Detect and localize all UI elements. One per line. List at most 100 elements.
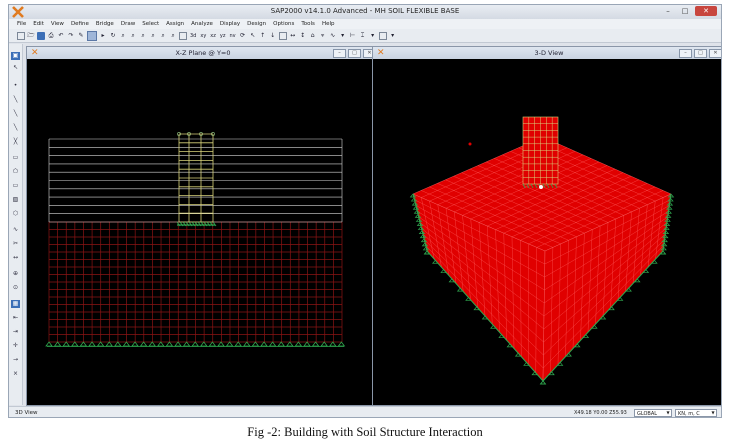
dropdown-arrow-icon[interactable]: ▾ xyxy=(389,32,397,40)
menu-options[interactable]: Options xyxy=(273,19,294,29)
panel-close-button[interactable]: ✕ xyxy=(709,49,721,58)
show-tables-icon[interactable] xyxy=(378,31,387,40)
shrink-objects-icon[interactable]: ↔ xyxy=(289,32,297,40)
panel-maximize-button[interactable]: □ xyxy=(348,49,361,58)
draw-section-cut-icon[interactable]: ✂ xyxy=(11,240,20,248)
menu-file[interactable]: File xyxy=(17,19,26,29)
panel-title: 3-D View xyxy=(534,49,564,57)
pin-support-icon xyxy=(217,341,225,347)
zoom-previous-icon[interactable]: ⌕ xyxy=(149,32,157,40)
draw-area-icon[interactable]: ▭ xyxy=(11,154,20,162)
panel-maximize-button[interactable]: □ xyxy=(694,49,707,58)
menu-design[interactable]: Design xyxy=(247,19,266,29)
pin-support-icon xyxy=(165,341,174,347)
print-icon[interactable]: ⎙ xyxy=(47,32,55,40)
draw-reference-point-icon[interactable]: ⊕ xyxy=(11,270,20,278)
menu-edit[interactable]: Edit xyxy=(33,19,44,29)
draw-bracing-icon[interactable]: ╳ xyxy=(11,138,20,146)
draw-frame-icon[interactable]: ╲ xyxy=(11,96,20,104)
clear-selection-icon[interactable]: ⇥ xyxy=(11,328,20,336)
menu-bridge[interactable]: Bridge xyxy=(96,19,114,29)
view-yz-button[interactable]: yz xyxy=(219,32,227,40)
show-deformed-icon[interactable]: ∿ xyxy=(329,32,337,40)
maximize-button[interactable]: □ xyxy=(678,6,692,16)
building-frame xyxy=(176,132,217,227)
snap-intersections-icon[interactable]: ⨯ xyxy=(11,370,20,378)
draw-link-icon[interactable]: ⬡ xyxy=(11,210,20,218)
run-analysis-icon[interactable]: ▸ xyxy=(99,32,107,40)
draw-special-joint-icon[interactable]: ⊙ xyxy=(11,284,20,292)
quick-draw-frame-icon[interactable]: ╲ xyxy=(11,110,20,118)
menu-tools[interactable]: Tools xyxy=(301,19,315,29)
save-icon[interactable] xyxy=(37,31,45,40)
units-select[interactable]: KN, m, C ▼ xyxy=(675,409,717,417)
minimize-button[interactable]: – xyxy=(661,6,675,16)
show-undeformed-icon[interactable]: ⌂ xyxy=(309,32,317,40)
pin-support-icon xyxy=(122,341,131,347)
reshape-icon[interactable]: ↖ xyxy=(11,64,20,72)
set-limits-icon[interactable]: ↕ xyxy=(299,32,307,40)
draw-solid-icon[interactable]: ▧ xyxy=(11,196,20,204)
refresh-view-icon[interactable]: ↻ xyxy=(109,32,117,40)
perspective-icon[interactable]: ↖ xyxy=(249,32,257,40)
new-model-icon[interactable] xyxy=(17,31,25,40)
view-xz-button[interactable]: xz xyxy=(209,32,217,40)
pin-support-icon xyxy=(294,341,303,347)
pan-icon[interactable]: ⌕ xyxy=(169,32,177,40)
view-xy-button[interactable]: xy xyxy=(199,32,207,40)
menu-display[interactable]: Display xyxy=(220,19,240,29)
zoom-window-icon[interactable]: ⌕ xyxy=(119,32,127,40)
zoom-in-icon[interactable]: ⌕ xyxy=(129,32,137,40)
show-forces-icon[interactable]: ⫧ xyxy=(319,32,327,40)
draw-dimension-icon[interactable]: ↔ xyxy=(11,254,20,262)
rotate-view-icon[interactable]: ⟳ xyxy=(239,32,247,40)
snap-points-icon[interactable]: ✛ xyxy=(11,342,20,350)
pin-support-icon xyxy=(268,341,277,347)
get-previous-selection-icon[interactable]: ⇤ xyxy=(11,314,20,322)
panel-minimize-button[interactable]: – xyxy=(333,49,346,58)
show-stress-icon[interactable]: ⊢ xyxy=(349,32,357,40)
undo-icon[interactable]: ↶ xyxy=(57,32,65,40)
view-3d-button[interactable]: 3d xyxy=(189,32,197,40)
3d-model-canvas[interactable] xyxy=(373,59,722,405)
panel-minimize-button[interactable]: – xyxy=(679,49,692,58)
open-folder-icon[interactable]: 🗁 xyxy=(27,32,35,40)
coordinate-system-select[interactable]: GLOBAL ▼ xyxy=(634,409,672,417)
menu-help[interactable]: Help xyxy=(322,19,335,29)
draw-tendon-icon[interactable]: ∿ xyxy=(11,226,20,234)
pin-support-icon xyxy=(200,341,208,347)
zoom-extents-icon[interactable]: ⌕ xyxy=(159,32,167,40)
select-all-icon[interactable]: ▦ xyxy=(11,300,20,308)
building-3d-frame xyxy=(522,116,559,189)
menu-analyze[interactable]: Analyze xyxy=(191,19,213,29)
close-button[interactable]: ✕ xyxy=(695,6,717,16)
dropdown-arrow-icon[interactable]: ▾ xyxy=(369,32,377,40)
display-options-icon[interactable] xyxy=(179,31,187,40)
lock-icon[interactable] xyxy=(87,30,97,41)
pin-support-icon xyxy=(191,341,199,347)
menu-draw[interactable]: Draw xyxy=(121,19,135,29)
draw-poly-area-icon[interactable]: ⬠ xyxy=(11,168,20,176)
menu-assign[interactable]: Assign xyxy=(166,19,184,29)
menu-view[interactable]: View xyxy=(51,19,64,29)
move-up-icon[interactable]: ↑ xyxy=(259,32,267,40)
menu-define[interactable]: Define xyxy=(71,19,89,29)
edit-pencil-icon[interactable]: ✎ xyxy=(77,32,85,40)
redo-icon[interactable]: ↷ xyxy=(67,32,75,40)
zoom-out-icon[interactable]: ⌕ xyxy=(139,32,147,40)
title-bar: SAP2000 v14.1.0 Advanced - MH SOIL FLEXI… xyxy=(9,5,721,19)
pin-support-icon xyxy=(320,341,328,347)
xz-elevation-canvas[interactable] xyxy=(27,59,379,405)
draw-brace-icon[interactable]: ╲ xyxy=(11,124,20,132)
snap-ends-icon[interactable]: → xyxy=(11,356,20,364)
draw-point-icon[interactable]: • xyxy=(11,82,20,90)
design-icon[interactable]: ⌶ xyxy=(359,32,367,40)
pin-support-icon xyxy=(277,341,285,347)
view-nv-button[interactable]: nv xyxy=(228,32,236,40)
move-down-icon[interactable]: ↓ xyxy=(269,32,277,40)
menu-select[interactable]: Select xyxy=(142,19,159,29)
pointer-select-icon[interactable]: ▣ xyxy=(11,52,20,60)
set-display-icon[interactable] xyxy=(278,31,287,40)
draw-rect-area-icon[interactable]: ▭ xyxy=(11,182,20,190)
dropdown-arrow-icon[interactable]: ▾ xyxy=(339,32,347,40)
